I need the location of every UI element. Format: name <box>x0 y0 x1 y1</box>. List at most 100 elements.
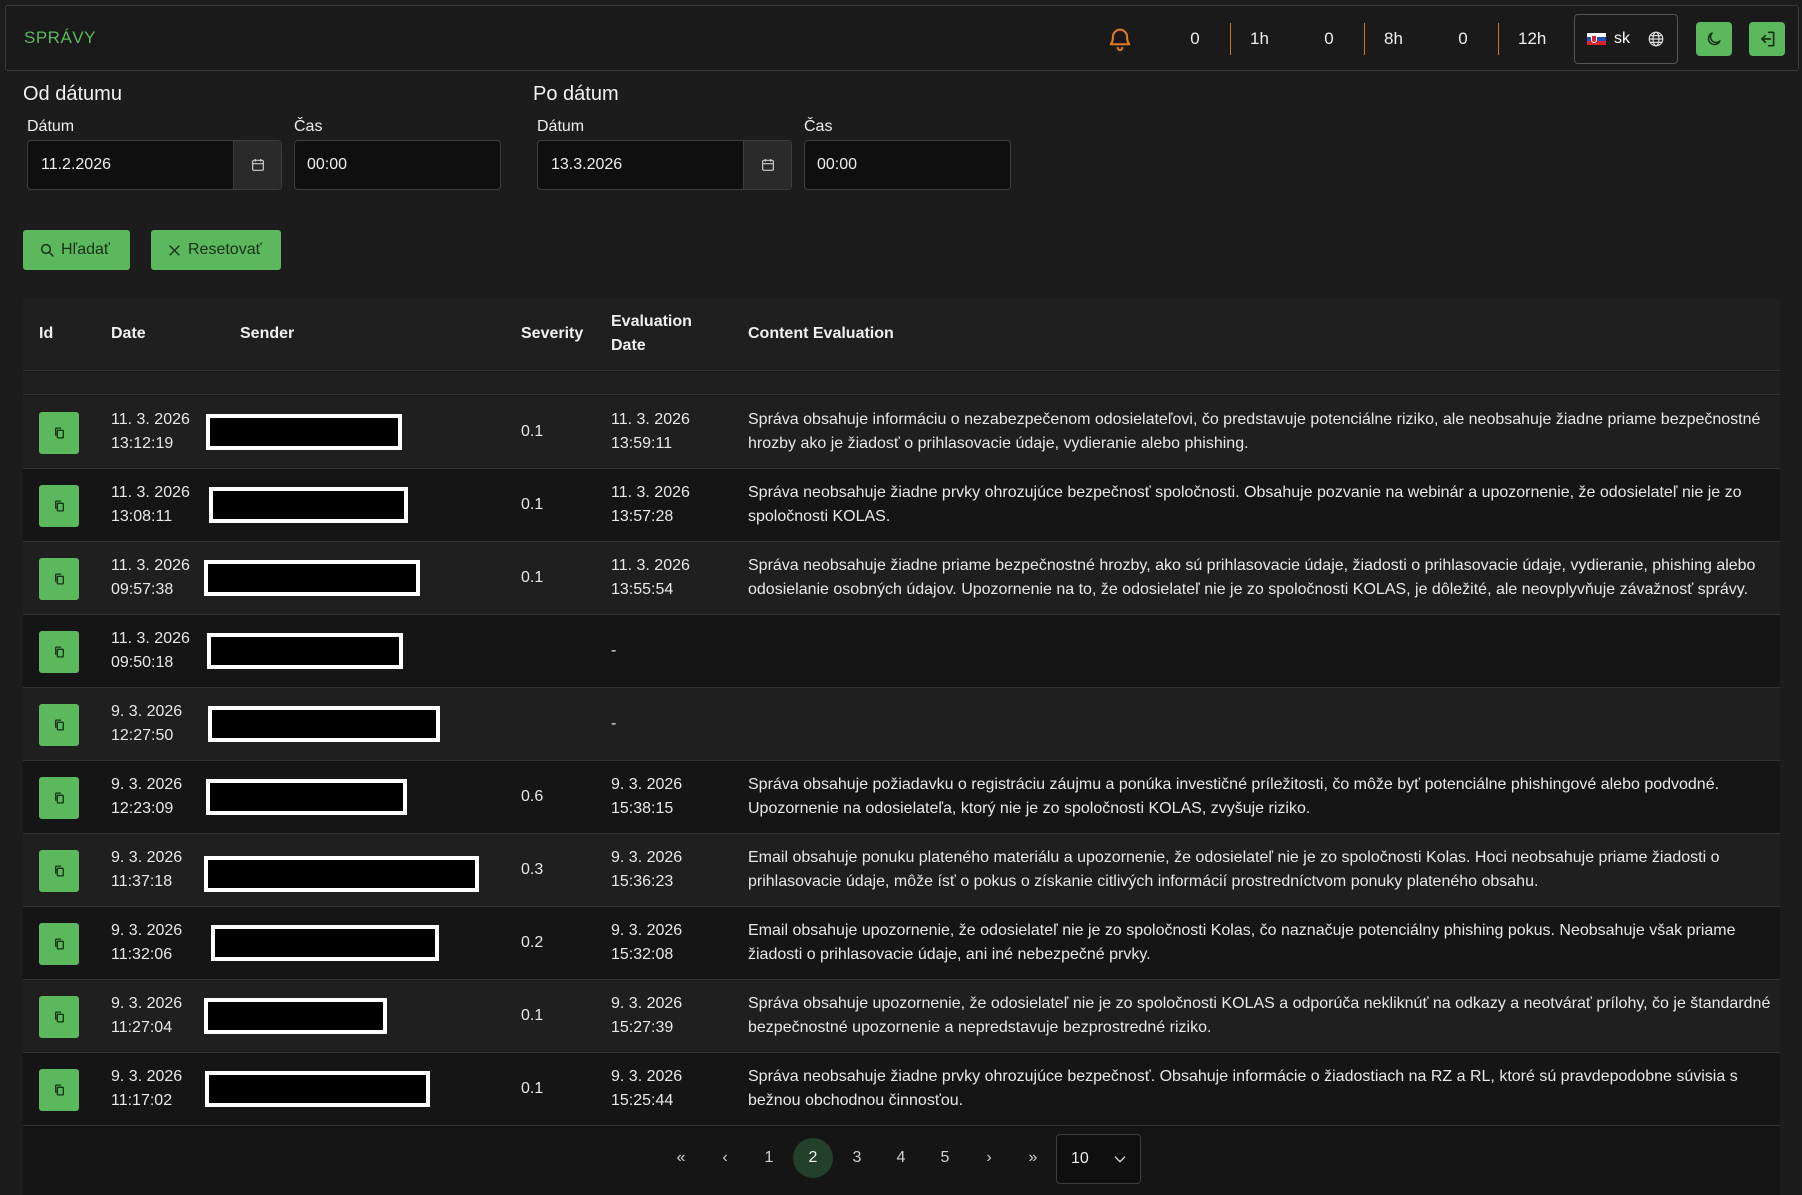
from-calendar-button[interactable] <box>233 141 281 189</box>
evaluation-date-cell: 9. 3. 2026 15:38:15 <box>611 773 682 821</box>
search-button[interactable]: Hľadať <box>23 230 130 270</box>
globe-icon <box>1648 31 1664 47</box>
date-cell: 9. 3. 2026 11:27:04 <box>111 992 182 1040</box>
sender-redacted <box>204 998 387 1034</box>
stat-12h: 0 12h <box>1428 23 1562 55</box>
date-value: 9. 3. 2026 <box>111 995 183 1012</box>
calendar-icon <box>251 159 264 171</box>
date-value: 9. 3. 2026 <box>111 1068 183 1085</box>
copy-button[interactable] <box>39 850 79 892</box>
copy-icon <box>54 1084 64 1096</box>
evaluation-date-cell: 9. 3. 2026 15:32:08 <box>611 919 682 967</box>
time-value: 13:08:11 <box>111 508 173 525</box>
date-value: 11. 3. 2026 <box>111 411 190 428</box>
date-cell: 11. 3. 2026 13:12:19 <box>111 408 190 456</box>
copy-button[interactable] <box>39 996 79 1038</box>
copy-button[interactable] <box>39 777 79 819</box>
sender-redacted <box>206 414 402 450</box>
from-date-title: Od dátumu <box>23 83 122 105</box>
app-brand[interactable]: SPRÁVY <box>24 28 96 48</box>
copy-button[interactable] <box>39 412 79 454</box>
stat-window: 12h <box>1498 23 1562 55</box>
to-time-label: Čas <box>804 118 833 135</box>
stat-8h: 0 8h <box>1294 23 1428 55</box>
to-calendar-button[interactable] <box>743 141 791 189</box>
copy-button[interactable] <box>39 923 79 965</box>
date-cell: 11. 3. 2026 13:08:11 <box>111 481 190 529</box>
copy-button[interactable] <box>39 558 79 600</box>
date-value: 11. 3. 2026 <box>111 630 190 647</box>
table-row: 9. 3. 2026 12:23:09 0.6 9. 3. 2026 15:38:15 S… <box>23 761 1780 834</box>
evaluation-date-cell: 9. 3. 2026 15:36:23 <box>611 846 682 894</box>
time-value: 11:27:04 <box>111 1019 173 1036</box>
content-evaluation-cell: Správa neobsahuje žiadne prvky ohrozujúc… <box>748 484 1742 525</box>
page-button-4[interactable]: 4 <box>881 1138 921 1178</box>
evaluation-time-value: 13:55:54 <box>611 581 674 598</box>
moon-icon <box>1707 32 1721 46</box>
evaluation-time-value: 13:57:28 <box>611 508 674 525</box>
stat-count: 0 <box>1324 29 1334 48</box>
page-button-1[interactable]: 1 <box>749 1138 789 1178</box>
table-row: 9. 3. 2026 11:17:02 0.1 9. 3. 2026 15:25:44 S… <box>23 1053 1780 1126</box>
date-cell: 9. 3. 2026 12:23:09 <box>111 773 182 821</box>
evaluation-date-value: 11. 3. 2026 <box>611 411 690 428</box>
theme-toggle-button[interactable] <box>1696 22 1732 56</box>
table-row: 11. 3. 2026 13:12:19 0.1 11. 3. 2026 13:59:1… <box>23 396 1780 469</box>
from-date-label: Dátum <box>27 118 75 135</box>
col-content-evaluation[interactable]: Content Evaluation <box>748 322 894 346</box>
copy-button[interactable] <box>39 704 79 746</box>
table-row: 11. 3. 2026 13:08:11 0.1 11. 3. 2026 13:57:2… <box>23 469 1780 542</box>
content-evaluation-cell: Email obsahuje ponuku plateného materiál… <box>748 849 1720 890</box>
language-selector[interactable]: sk <box>1574 14 1678 64</box>
from-date-input[interactable]: 11.2.2026 <box>27 140 282 190</box>
copy-button[interactable] <box>39 631 79 673</box>
table-row: 9. 3. 2026 11:27:04 0.1 9. 3. 2026 15:27:39 S… <box>23 980 1780 1053</box>
content-evaluation-cell: Správa neobsahuje žiadne priame bezpečno… <box>748 557 1756 598</box>
from-time-input[interactable]: 00:00 <box>294 140 501 190</box>
to-time-input[interactable]: 00:00 <box>804 140 1011 190</box>
copy-icon <box>54 719 64 731</box>
sender-redacted <box>206 779 407 815</box>
stat-window: 1h <box>1230 23 1294 55</box>
page-button-2[interactable]: 2 <box>793 1138 833 1178</box>
evaluation-date-value: 11. 3. 2026 <box>611 557 690 574</box>
page-first-button[interactable]: « <box>661 1138 701 1178</box>
sender-redacted <box>205 1071 430 1107</box>
severity-cell: 0.6 <box>521 788 544 805</box>
date-value: 9. 3. 2026 <box>111 776 183 793</box>
time-value: 09:50:18 <box>111 654 174 671</box>
copy-button[interactable] <box>39 485 79 527</box>
bell-icon[interactable] <box>1106 25 1134 53</box>
page-next-button[interactable]: › <box>969 1138 1009 1178</box>
evaluation-date-cell: - <box>611 639 616 663</box>
page-button-5[interactable]: 5 <box>925 1138 965 1178</box>
col-id[interactable]: Id <box>39 322 53 346</box>
col-evaluation-date[interactable]: Evaluation Date <box>611 310 692 358</box>
table-row: 11. 3. 2026 09:57:38 0.1 11. 3. 2026 13:55:5… <box>23 542 1780 615</box>
reset-button[interactable]: Resetovať <box>151 230 281 270</box>
page-size-select[interactable]: 10 <box>1056 1134 1141 1184</box>
evaluation-date-cell: 9. 3. 2026 15:27:39 <box>611 992 682 1040</box>
col-date[interactable]: Date <box>111 322 146 346</box>
reset-button-label: Resetovať <box>188 241 262 258</box>
to-date-title: Po dátum <box>533 83 619 105</box>
to-date-value: 13.3.2026 <box>551 156 623 173</box>
logout-button[interactable] <box>1749 22 1785 56</box>
page-button-3[interactable]: 3 <box>837 1138 877 1178</box>
content-evaluation-cell: Správa obsahuje informáciu o nezabezpeče… <box>748 411 1761 452</box>
navbar-right: 0 1h 0 8h 0 12h sk <box>1106 6 1798 72</box>
page-last-button[interactable]: » <box>1013 1138 1053 1178</box>
sender-redacted <box>204 560 420 596</box>
col-severity[interactable]: Severity <box>521 322 583 346</box>
page-prev-button[interactable]: ‹ <box>705 1138 745 1178</box>
severity-cell: 0.3 <box>521 861 544 878</box>
date-cell: 9. 3. 2026 11:37:18 <box>111 846 182 894</box>
col-sender[interactable]: Sender <box>240 322 294 346</box>
copy-icon <box>54 792 64 804</box>
sender-redacted <box>204 856 479 892</box>
copy-button[interactable] <box>39 1069 79 1111</box>
time-value: 11:32:06 <box>111 946 173 963</box>
date-cell: 9. 3. 2026 11:17:02 <box>111 1065 182 1113</box>
copy-icon <box>54 865 64 877</box>
to-date-input[interactable]: 13.3.2026 <box>537 140 792 190</box>
